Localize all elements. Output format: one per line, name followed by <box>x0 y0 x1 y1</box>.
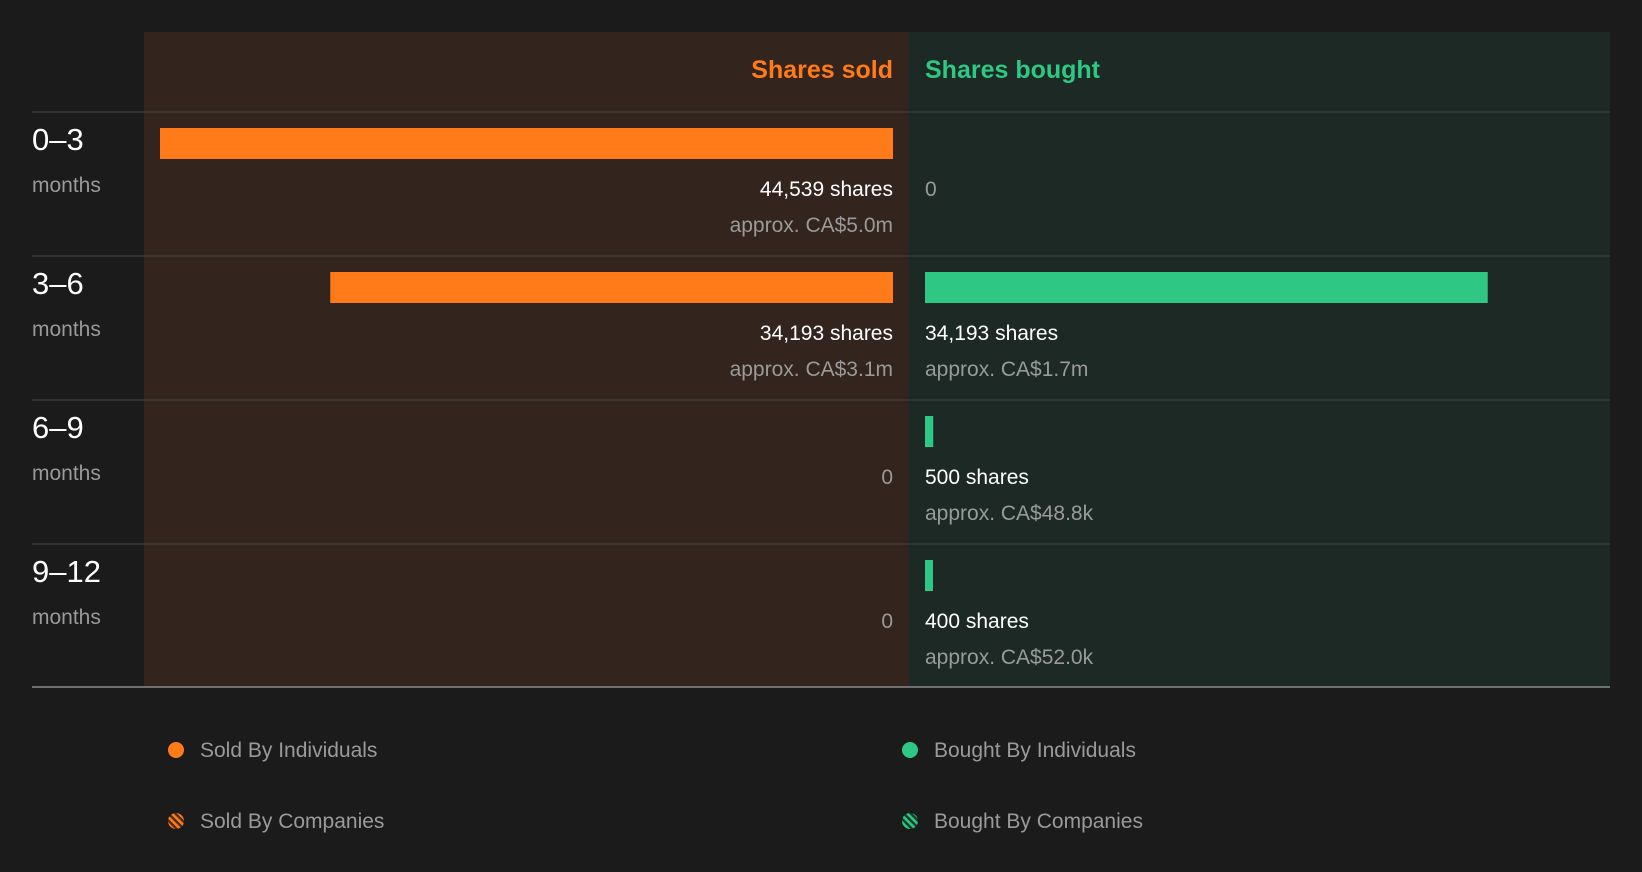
bought-bar <box>925 416 934 447</box>
period-unit-label: months <box>32 318 101 341</box>
legend-swatch-solid <box>168 742 184 758</box>
legend-label: Bought By Companies <box>934 810 1143 833</box>
bought-shares-label: 34,193 shares <box>925 322 1058 345</box>
period-label: 0–3 <box>32 122 84 157</box>
legend: Sold By Individuals Bought By Individuals… <box>168 739 1143 833</box>
legend-label: Sold By Companies <box>200 810 384 833</box>
period-unit-label: months <box>32 174 101 197</box>
legend-item-0: Sold By Individuals <box>168 739 377 762</box>
sold-value-label: approx. CA$3.1m <box>730 358 893 381</box>
legend-label: Sold By Individuals <box>200 739 377 762</box>
bought-bar <box>925 560 933 591</box>
insider-trading-chart: Shares sold Shares bought 0–3 months 44,53… <box>32 32 1610 833</box>
shares-sold-header: Shares sold <box>751 56 893 84</box>
legend-swatch-striped <box>168 813 184 829</box>
period-unit-label: months <box>32 606 101 629</box>
bought-value-label: approx. CA$48.8k <box>925 502 1094 525</box>
shares-bought-header: Shares bought <box>925 56 1101 84</box>
period-label: 9–12 <box>32 554 101 589</box>
sold-value-label: approx. CA$5.0m <box>730 214 893 237</box>
bought-bar <box>925 272 1488 303</box>
sold-zero-label: 0 <box>881 610 893 633</box>
legend-swatch-solid <box>902 742 918 758</box>
legend-item-3: Bought By Companies <box>902 810 1143 833</box>
bought-shares-label: 500 shares <box>925 466 1029 489</box>
sold-shares-label: 44,539 shares <box>760 178 893 201</box>
period-unit-label: months <box>32 462 101 485</box>
legend-label: Bought By Individuals <box>934 739 1136 762</box>
period-label: 3–6 <box>32 266 84 301</box>
sold-zero-label: 0 <box>881 466 893 489</box>
period-label: 6–9 <box>32 410 84 445</box>
bought-shares-label: 400 shares <box>925 610 1029 633</box>
legend-item-1: Bought By Individuals <box>902 739 1136 762</box>
legend-swatch-striped <box>902 813 918 829</box>
sold-shares-label: 34,193 shares <box>760 322 893 345</box>
sold-bar <box>330 272 893 303</box>
bought-value-label: approx. CA$1.7m <box>925 358 1088 381</box>
bought-zero-label: 0 <box>925 178 937 201</box>
sold-bar <box>160 128 893 159</box>
bought-value-label: approx. CA$52.0k <box>925 646 1094 669</box>
legend-item-2: Sold By Companies <box>168 810 384 833</box>
